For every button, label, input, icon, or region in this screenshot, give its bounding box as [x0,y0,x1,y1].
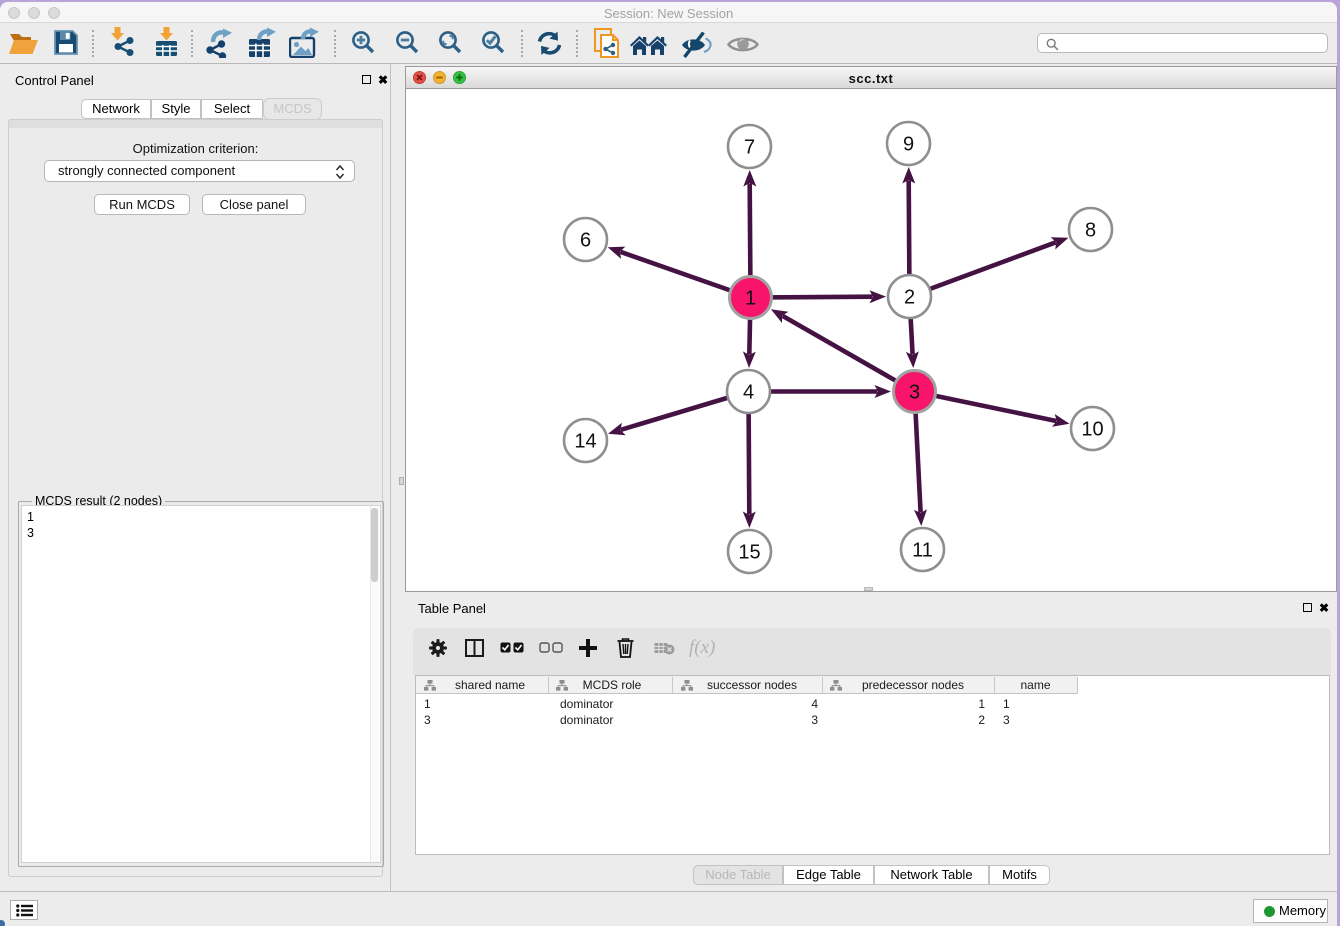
svg-text:9: 9 [903,134,914,156]
svg-text:15: 15 [738,542,760,564]
svg-text:3: 3 [909,382,920,404]
svg-text:1: 1 [745,288,756,310]
svg-text:2: 2 [904,287,915,309]
svg-text:6: 6 [580,230,591,252]
svg-text:10: 10 [1081,419,1103,441]
svg-text:7: 7 [744,137,755,159]
svg-text:4: 4 [743,382,754,404]
svg-text:11: 11 [912,540,933,562]
svg-text:14: 14 [574,431,596,453]
svg-text:8: 8 [1085,220,1096,242]
